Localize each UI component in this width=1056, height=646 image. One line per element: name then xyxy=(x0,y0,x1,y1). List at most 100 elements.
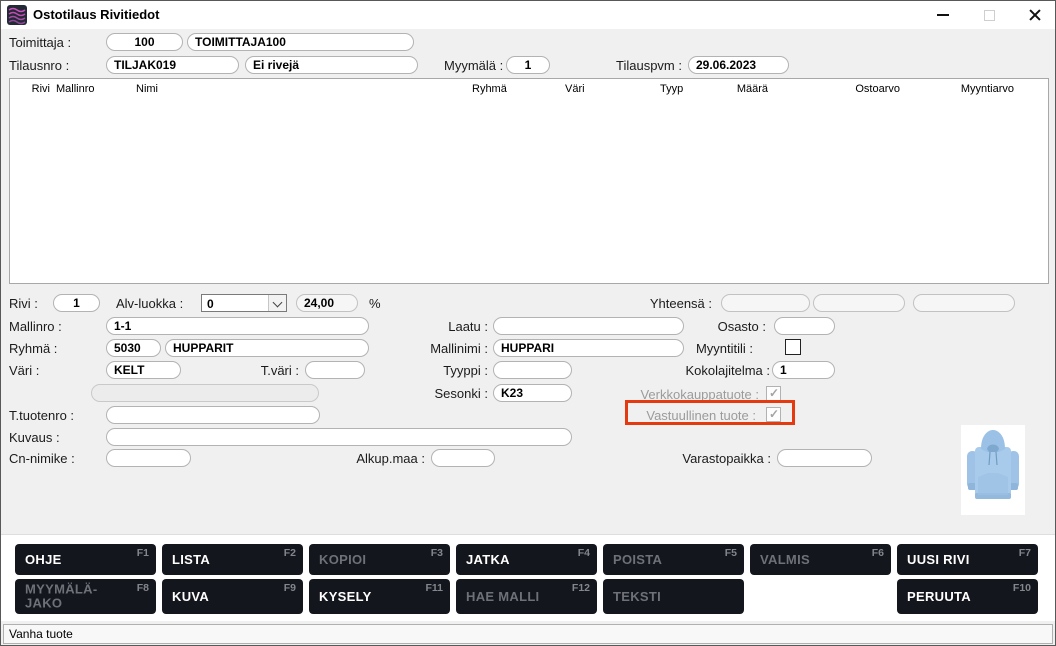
alkupmaa-field[interactable] xyxy=(431,449,495,467)
kokolajitelma-label: Kokolajitelma : xyxy=(629,363,770,379)
fkey-label: F3 xyxy=(431,547,443,559)
chevron-down-icon xyxy=(273,298,283,308)
alv-luokka-selected-value: 0 xyxy=(207,297,214,311)
vari-label: Väri : xyxy=(9,363,39,379)
rivi-field[interactable]: 1 xyxy=(53,294,100,312)
column-header-nimi: Nimi xyxy=(136,83,158,95)
valmis-button: VALMISF6 xyxy=(750,544,891,575)
fkey-label: F7 xyxy=(1019,547,1031,559)
fkey-label: F4 xyxy=(578,547,590,559)
kuva-button[interactable]: KUVAF9 xyxy=(162,579,303,614)
ttuotenro-field[interactable] xyxy=(106,406,320,424)
column-header-vari: Väri xyxy=(565,83,585,95)
yhteensa-myyntiarvo-field xyxy=(913,294,1015,312)
column-header-maara: Määrä xyxy=(716,83,768,95)
yhteensa-label: Yhteensä : xyxy=(597,296,712,312)
vastuullinen-tuote-label: Vastuullinen tuote : xyxy=(599,408,756,424)
fkey-label: F5 xyxy=(725,547,737,559)
fkey-label: F11 xyxy=(425,582,443,594)
close-button[interactable] xyxy=(1013,1,1056,29)
alv-luokka-dropdown-zone[interactable] xyxy=(268,295,286,311)
osasto-field[interactable] xyxy=(774,317,835,335)
column-header-rivi: Rivi xyxy=(26,83,50,95)
kopioi-button: KOPIOIF3 xyxy=(309,544,450,575)
osasto-label: Osasto : xyxy=(657,319,766,335)
tilauspvm-field[interactable]: 29.06.2023 xyxy=(688,56,789,74)
column-header-ryhma: Ryhmä xyxy=(472,83,507,95)
mallinro-field[interactable]: 1-1 xyxy=(106,317,369,335)
varastopaikka-field[interactable] xyxy=(777,449,872,467)
peruuta-button[interactable]: PERUUTAF10 xyxy=(897,579,1038,614)
kysely-button[interactable]: KYSELYF11 xyxy=(309,579,450,614)
alkupmaa-label: Alkup.maa : xyxy=(301,451,425,467)
vari-field[interactable]: KELT xyxy=(106,361,181,379)
jatka-button[interactable]: JATKAF4 xyxy=(456,544,597,575)
varastopaikka-label: Varastopaikka : xyxy=(629,451,771,467)
maximize-button xyxy=(967,1,1011,29)
tyyppi-label: Tyyppi : xyxy=(361,363,488,379)
verkkokauppatuote-label: Verkkokauppatuote : xyxy=(599,387,759,403)
ohje-button[interactable]: OHJEF1 xyxy=(15,544,156,575)
cn-nimike-field[interactable] xyxy=(106,449,191,467)
alv-prosentti-field: 24,00 xyxy=(296,294,358,312)
fkey-label: F12 xyxy=(572,582,590,594)
hae-malli-button: HAE MALLIF12 xyxy=(456,579,597,614)
vastuullinen-tuote-checkbox xyxy=(766,407,781,422)
myyntitili-checkbox[interactable] xyxy=(785,339,801,355)
kuvaus-field[interactable] xyxy=(106,428,572,446)
ryhma-label: Ryhmä : xyxy=(9,341,57,357)
myymala-field[interactable]: 1 xyxy=(506,56,550,74)
verkkokauppatuote-checkbox xyxy=(766,386,781,401)
sesonki-field[interactable]: K23 xyxy=(493,384,572,402)
status-panel: Vanha tuote xyxy=(3,624,1053,644)
myymalajako-button: MYYMÄLÄ-JAKOF8 xyxy=(15,579,156,614)
ryhma-code-field[interactable]: 5030 xyxy=(106,339,161,357)
laatu-field[interactable] xyxy=(493,317,684,335)
fkey-label: F9 xyxy=(284,582,296,594)
minimize-icon xyxy=(937,14,949,16)
toimittaja-name-field[interactable]: TOIMITTAJA100 xyxy=(187,33,414,51)
kokolajitelma-field[interactable]: 1 xyxy=(772,361,835,379)
rivit-status-field: Ei rivejä xyxy=(245,56,418,74)
status-text: Vanha tuote xyxy=(9,627,73,641)
tilausnro-field[interactable]: TILJAK019 xyxy=(106,56,239,74)
uusi-rivi-button[interactable]: UUSI RIVIF7 xyxy=(897,544,1038,575)
column-header-myyntiarvo: Myyntiarvo xyxy=(932,83,1014,95)
toimittaja-code-field[interactable]: 100 xyxy=(106,33,183,51)
kuvaus-label: Kuvaus : xyxy=(9,430,60,446)
fkey-label: F1 xyxy=(137,547,149,559)
tvari-field[interactable] xyxy=(305,361,365,379)
ryhma-name-field[interactable]: HUPPARIT xyxy=(165,339,369,357)
product-image xyxy=(961,425,1025,515)
toimittaja-label: Toimittaja : xyxy=(9,35,71,51)
yhteensa-ostoarvo-field xyxy=(813,294,905,312)
function-button-panel: OHJEF1 LISTAF2 KOPIOIF3 JATKAF4 POISTAF5… xyxy=(1,534,1056,621)
column-header-ostoarvo: Ostoarvo xyxy=(828,83,900,95)
poista-button: POISTAF5 xyxy=(603,544,744,575)
alv-luokka-select[interactable]: 0 xyxy=(201,294,287,312)
myymala-label: Myymälä : xyxy=(444,58,503,74)
order-lines-table[interactable]: Rivi Mallinro Nimi Ryhmä Väri Tyyp Määrä… xyxy=(9,78,1049,284)
yhteensa-maara-field xyxy=(721,294,810,312)
ttuotenro-label: T.tuotenro : xyxy=(9,408,74,424)
fkey-label: F8 xyxy=(137,582,149,594)
teksti-button: TEKSTI xyxy=(603,579,744,614)
myyntitili-label: Myyntitili : xyxy=(641,341,753,357)
app-logo-icon xyxy=(7,5,27,25)
tyyppi-field[interactable] xyxy=(493,361,572,379)
rivi-label: Rivi : xyxy=(9,296,38,312)
window-title: Ostotilaus Rivitiedot xyxy=(33,7,159,22)
minimize-button[interactable] xyxy=(921,1,965,29)
laatu-label: Laatu : xyxy=(361,319,488,335)
light-blue-hoodie-photo xyxy=(961,425,1025,515)
fkey-label: F2 xyxy=(284,547,296,559)
fkey-label: F6 xyxy=(872,547,884,559)
fkey-label: F10 xyxy=(1013,582,1031,594)
maximize-icon xyxy=(984,10,995,21)
tvari-label: T.väri : xyxy=(229,363,299,379)
status-bar: Vanha tuote xyxy=(1,621,1056,646)
lista-button[interactable]: LISTAF2 xyxy=(162,544,303,575)
tilauspvm-label: Tilauspvm : xyxy=(616,58,682,74)
close-icon xyxy=(1028,8,1042,22)
sesonki-label: Sesonki : xyxy=(361,386,488,402)
